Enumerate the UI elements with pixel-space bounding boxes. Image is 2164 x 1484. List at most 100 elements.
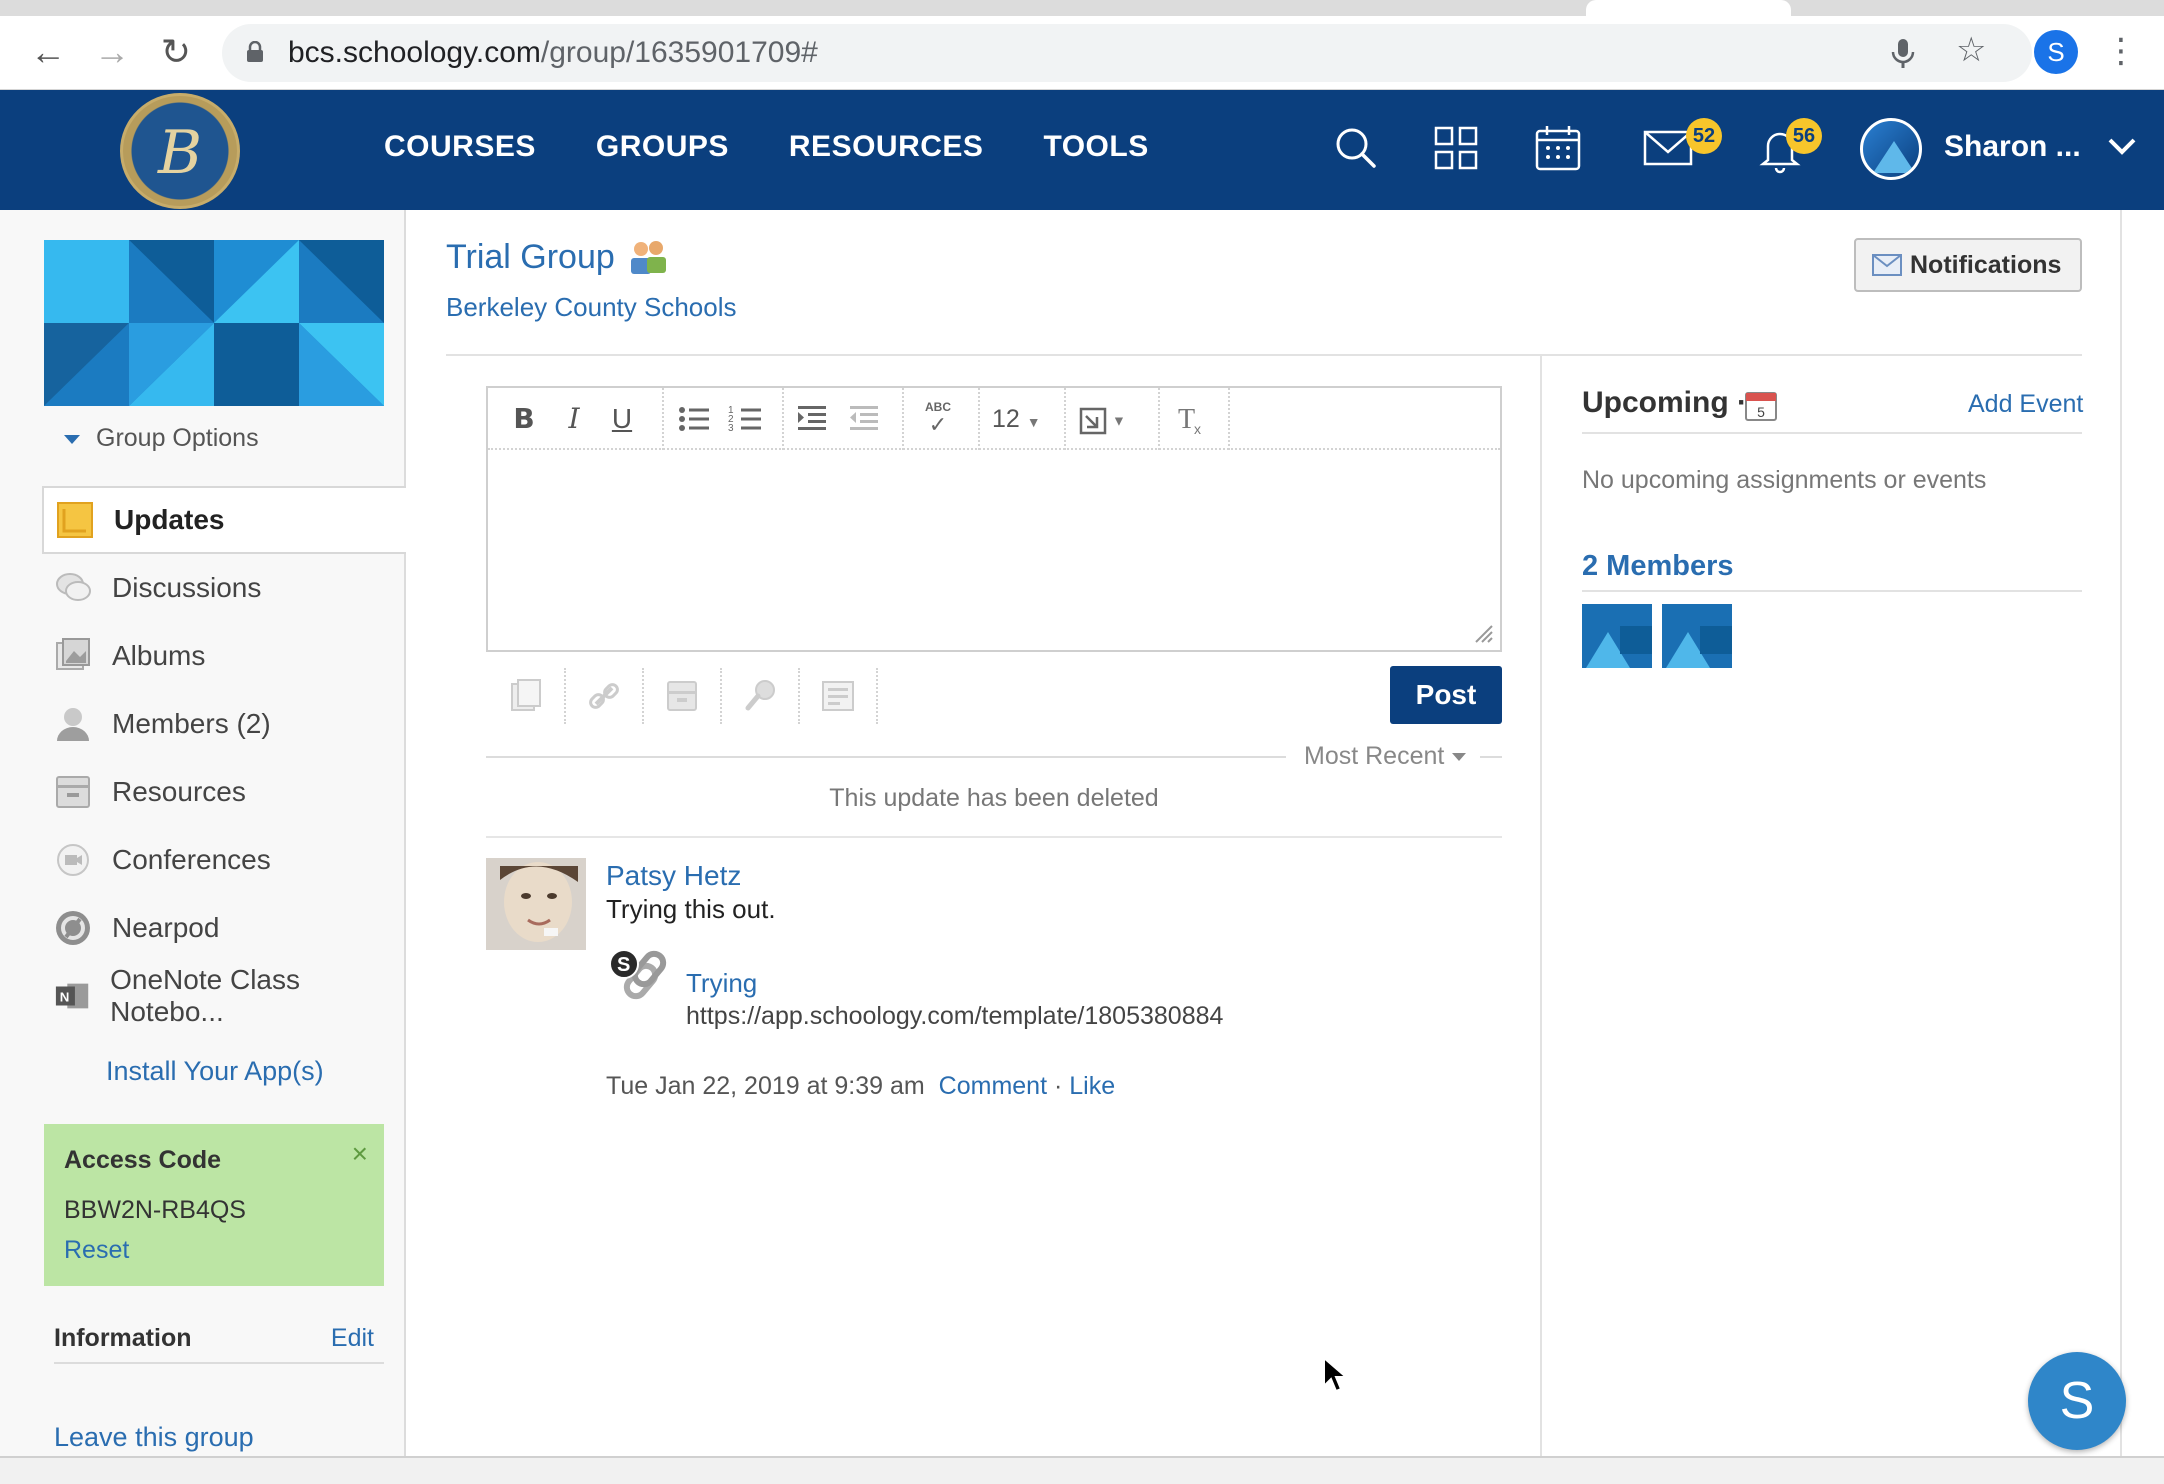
apps-grid-icon[interactable]	[1430, 122, 1482, 174]
sidebar-item-resources[interactable]: Resources	[42, 758, 406, 826]
back-arrow-icon[interactable]: ←	[26, 30, 70, 74]
update-editor[interactable]: B I U 123 ABC ✓ 12 ▼ ▼ Tx	[486, 386, 1502, 652]
messages-count-badge: 52	[1686, 118, 1722, 154]
attach-resource-icon[interactable]	[662, 676, 702, 716]
numbered-list-icon[interactable]: 123	[726, 400, 766, 438]
sidebar-item-nearpod[interactable]: Nearpod	[42, 894, 406, 962]
sort-dropdown[interactable]: Most Recent	[1304, 742, 1467, 771]
help-chat-button[interactable]: S	[2028, 1352, 2126, 1450]
insert-content-menu[interactable]: ▼	[1078, 400, 1144, 438]
sidebar-item-label: Albums	[112, 640, 206, 671]
resize-handle-icon[interactable]	[1472, 622, 1494, 644]
user-avatar[interactable]	[1860, 118, 1922, 180]
italic-button[interactable]: I	[556, 400, 592, 438]
toolbar-separator	[876, 668, 878, 724]
address-bar[interactable]: bcs.schoology.com/group/1635901709# ☆	[222, 24, 2032, 82]
sidebar-item-label: OneNote Class Notebo...	[110, 964, 300, 1027]
sidebar-item-discussions[interactable]: Discussions	[42, 554, 406, 622]
outdent-icon[interactable]	[844, 400, 884, 438]
bullet-list-icon[interactable]	[674, 400, 714, 438]
install-apps-link[interactable]: Install Your App(s)	[106, 1056, 324, 1087]
nav-groups[interactable]: GROUPS	[596, 130, 729, 164]
microphone-icon[interactable]	[1886, 36, 1920, 70]
group-picture	[44, 240, 384, 406]
notifications-button-label: Notifications	[1910, 250, 2062, 279]
onenote-icon: N	[55, 983, 89, 1009]
attach-link-icon[interactable]	[584, 676, 624, 716]
district-logo[interactable]: B	[120, 93, 240, 209]
clear-formatting-icon[interactable]: Tx	[1172, 400, 1212, 438]
spellcheck-button[interactable]: ABC ✓	[912, 400, 964, 438]
font-size-select[interactable]: 12 ▼	[992, 400, 1052, 438]
forward-arrow-icon[interactable]: →	[90, 30, 134, 74]
member-avatar[interactable]	[1662, 604, 1732, 668]
checkmark-icon: ✓	[928, 412, 948, 437]
link-attachment-url: https://app.schoology.com/template/18053…	[686, 1002, 1224, 1030]
url-text[interactable]: bcs.schoology.com/group/1635901709#	[288, 36, 818, 70]
reset-access-code-link[interactable]: Reset	[64, 1236, 129, 1265]
column-divider	[1540, 356, 1542, 1456]
indent-icon[interactable]	[792, 400, 832, 438]
sidebar-item-onenote[interactable]: N OneNote Class Notebo...	[42, 962, 406, 1030]
browser-menu-icon[interactable]: ⋮	[2104, 26, 2138, 76]
member-avatar[interactable]	[1582, 604, 1652, 668]
browser-tabstrip	[0, 0, 2164, 16]
toolbar-separator	[978, 388, 980, 450]
attach-file-icon[interactable]	[506, 676, 546, 716]
mouse-cursor-icon	[1323, 1356, 1348, 1393]
post-author-link[interactable]: Patsy Hetz	[606, 860, 741, 892]
feed-divider	[486, 756, 1286, 758]
members-heading-link[interactable]: 2 Members	[1582, 550, 1734, 583]
font-size-value: 12	[992, 405, 1020, 433]
underline-button[interactable]: U	[604, 400, 640, 438]
toolbar-separator	[642, 668, 644, 724]
nav-tools[interactable]: TOOLS	[1043, 130, 1148, 164]
sidebar-item-label: Conferences	[112, 844, 271, 875]
link-attachment-title[interactable]: Trying	[686, 968, 757, 999]
browser-toolbar: ← → ↻ bcs.schoology.com/group/1635901709…	[0, 16, 2164, 90]
link-attachment-icon: S	[609, 949, 667, 1000]
nav-resources[interactable]: RESOURCES	[789, 130, 984, 164]
browser-profile-avatar[interactable]: S	[2034, 30, 2078, 74]
toolbar-separator	[564, 668, 566, 724]
post-button[interactable]: Post	[1390, 666, 1502, 724]
sidebar-item-updates[interactable]: Updates	[42, 486, 406, 554]
logo-letter: B	[157, 118, 203, 188]
bookmark-star-icon[interactable]: ☆	[1956, 30, 1986, 70]
reload-icon[interactable]: ↻	[154, 30, 198, 74]
url-host: bcs.schoology.com	[288, 36, 541, 69]
chevron-down-icon[interactable]	[2104, 128, 2140, 164]
information-section: Information Edit	[54, 1318, 384, 1364]
page-title[interactable]: Trial Group	[446, 238, 615, 277]
calendar-icon[interactable]: 5	[1744, 388, 1778, 422]
discussions-icon	[56, 573, 91, 601]
members-icon	[57, 708, 89, 741]
toolbar-separator	[662, 388, 664, 450]
user-name[interactable]: Sharon ...	[1944, 130, 2081, 164]
active-browser-tab[interactable]	[1586, 0, 1791, 16]
calendar-icon[interactable]	[1532, 122, 1584, 174]
upcoming-divider	[1582, 432, 2082, 434]
search-icon[interactable]	[1330, 122, 1382, 174]
group-options-toggle[interactable]: Group Options	[64, 424, 259, 453]
comment-link[interactable]: Comment	[939, 1072, 1047, 1100]
nav-courses[interactable]: COURSES	[384, 130, 536, 164]
sidebar-item-members[interactable]: Members (2)	[42, 690, 406, 758]
group-options-label: Group Options	[96, 424, 259, 452]
add-event-link[interactable]: Add Event	[1968, 390, 2083, 419]
author-avatar[interactable]	[486, 858, 586, 950]
sidebar-item-conferences[interactable]: Conferences	[42, 826, 406, 894]
notifications-button[interactable]: Notifications	[1854, 238, 2082, 292]
url-path: /group/1635901709#	[540, 36, 818, 69]
information-title: Information	[54, 1324, 192, 1352]
school-name-link[interactable]: Berkeley County Schools	[446, 292, 736, 323]
leave-group-link[interactable]: Leave this group	[54, 1422, 254, 1453]
close-icon[interactable]: ×	[352, 1138, 368, 1170]
sidebar-item-albums[interactable]: Albums	[42, 622, 406, 690]
edit-information-link[interactable]: Edit	[331, 1324, 374, 1353]
attachment-toolbar	[486, 668, 886, 724]
like-link[interactable]: Like	[1069, 1072, 1115, 1100]
record-audio-icon[interactable]	[740, 676, 780, 716]
embed-content-icon[interactable]	[818, 676, 858, 716]
bold-button[interactable]: B	[506, 400, 542, 438]
